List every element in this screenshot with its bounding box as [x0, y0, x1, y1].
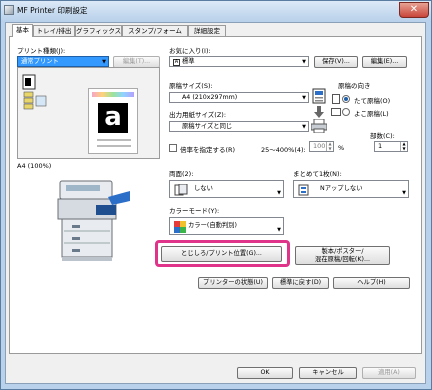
restore-defaults-button[interactable]: 標準に戻す(D) [272, 277, 329, 289]
color-mode-value: カラー(自動判別) [188, 222, 237, 229]
color-mode-label: カラーモード(Y): [169, 207, 220, 215]
arrow-down-icon [314, 106, 324, 118]
scale-unit: % [338, 144, 345, 152]
copies-value: 1 [378, 142, 383, 150]
scale-checkbox[interactable] [169, 144, 177, 152]
app-icon [4, 5, 14, 15]
portrait-page-icon [332, 94, 340, 104]
print-type-label: プリント種類(J): [17, 47, 66, 55]
tab-advanced[interactable]: 詳細設定 [188, 25, 226, 36]
spinner-arrows-icon[interactable]: ▲ ▼ [326, 141, 333, 151]
tab-stamp-form[interactable]: スタンプ/フォーム [122, 25, 188, 36]
chevron-down-icon: ▼ [102, 59, 106, 65]
booklet-label-line2: 混在原稿/回転(K)... [315, 256, 370, 263]
orientation-label: 原稿の向き [338, 82, 371, 90]
spinner-arrows-icon[interactable]: ▲ ▼ [400, 141, 407, 151]
ok-button[interactable]: OK [237, 367, 293, 379]
paper-preview-icon [22, 74, 47, 110]
preview-line [97, 145, 131, 147]
apply-button[interactable]: 適用(A) [362, 367, 416, 379]
paper-caption: A4 (100%) [17, 162, 52, 170]
scale-checkbox-label: 倍率を指定する(R) [180, 146, 236, 154]
close-button[interactable]: ✕ [399, 2, 429, 18]
paper-size-select[interactable]: A4 (210x297mm) ▼ [169, 92, 309, 103]
duplex-select[interactable]: しない ▼ [169, 180, 284, 198]
favorites-label: お気に入り(I): [169, 47, 211, 55]
chevron-down-icon: ▼ [402, 190, 406, 196]
preview-color-bar [92, 92, 134, 97]
booklet-poster-button[interactable]: 製本/ポスター/ 混在原稿/回転(K)... [295, 246, 390, 265]
color-mode-icon [174, 221, 186, 233]
nup-icon [298, 184, 309, 196]
window-title: MF Printer 印刷設定 [17, 6, 88, 15]
print-type-value: 通常プリント [21, 58, 59, 65]
orientation-portrait-radio[interactable] [342, 95, 350, 103]
color-mode-select[interactable]: カラー(自動判別) ▼ [169, 217, 284, 235]
output-size-value: 原稿サイズと同じ [182, 123, 233, 130]
binding-button-highlight [155, 240, 290, 267]
output-size-label: 出力用紙サイズ(Z): [169, 111, 227, 119]
chevron-down-icon: ▼ [277, 227, 281, 233]
preview-line [97, 139, 131, 141]
tab-tray-output[interactable]: トレイ/排出 [33, 25, 75, 36]
preview-sheet: a [88, 88, 138, 154]
landscape-page-icon [331, 108, 341, 116]
preview-letter-a: a [98, 103, 128, 133]
title-bar: MF Printer 印刷設定 ✕ [1, 1, 431, 21]
scale-range-label: 25〜400%(4): [261, 146, 306, 154]
scale-value: 100 [313, 142, 326, 150]
favorites-value: 標準 [182, 58, 195, 65]
duplex-value: しない [194, 185, 213, 192]
nup-label: まとめて1枚(N): [293, 170, 342, 178]
favorites-select[interactable]: A 標準 ▼ [169, 56, 309, 67]
booklet-label-line1: 製本/ポスター/ [321, 248, 364, 255]
print-type-select[interactable]: 通常プリント ▼ [17, 56, 109, 67]
nup-value: Nアップしない [320, 185, 363, 192]
printer-output-icon [311, 119, 327, 133]
chevron-down-icon: ▼ [302, 124, 306, 130]
chevron-down-icon: ▼ [302, 59, 306, 65]
nup-select[interactable]: Nアップしない ▼ [293, 180, 409, 198]
paper-size-value: A4 (210x297mm) [182, 94, 238, 101]
copies-label: 部数(C): [370, 132, 395, 140]
duplex-label: 両面(2): [169, 170, 194, 178]
paper-size-page-icon [312, 88, 326, 104]
scale-spinner[interactable]: 100 ▲ ▼ [309, 141, 334, 152]
output-size-select[interactable]: 原稿サイズと同じ ▼ [169, 121, 309, 132]
favorites-save-button[interactable]: 保存(V)... [314, 56, 358, 68]
duplex-icon [174, 184, 188, 196]
orientation-portrait-label: たて原稿(O) [354, 97, 391, 105]
cancel-button[interactable]: キャンセル [299, 367, 357, 379]
tab-basic[interactable]: 基本 [12, 24, 33, 37]
copies-spinner[interactable]: 1 ▲ ▼ [374, 141, 408, 152]
favorites-edit-button[interactable]: 編集(E)... [362, 56, 407, 68]
paper-size-label: 原稿サイズ(S): [169, 82, 213, 90]
favorite-icon: A [173, 59, 180, 66]
orientation-landscape-label: よこ原稿(L) [354, 110, 389, 118]
chevron-down-icon: ▼ [302, 95, 306, 101]
printer-icon [57, 180, 130, 261]
help-button[interactable]: ヘルプ(H) [333, 277, 410, 289]
tab-graphics[interactable]: グラフィックス [75, 25, 122, 36]
orientation-landscape-radio[interactable] [342, 108, 350, 116]
printer-status-button[interactable]: プリンターの状態(U) [198, 277, 268, 289]
chevron-down-icon: ▼ [277, 190, 281, 196]
